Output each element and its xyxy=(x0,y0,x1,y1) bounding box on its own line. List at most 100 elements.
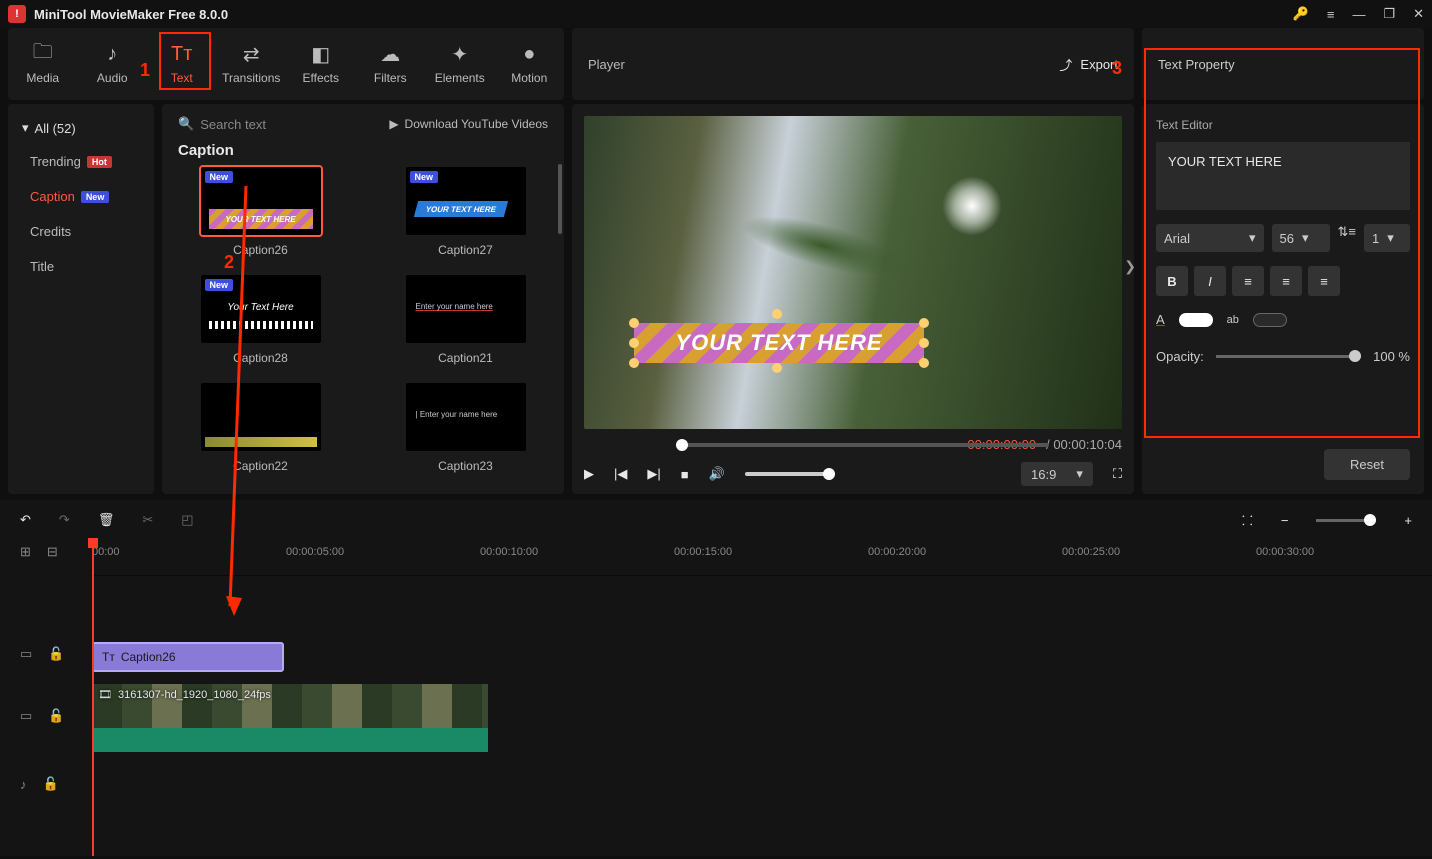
zoom-in-icon[interactable]: + xyxy=(1404,513,1412,528)
youtube-icon: ▶ xyxy=(389,117,398,131)
text-clip[interactable]: TᴛCaption26 xyxy=(92,642,284,672)
folder-icon: 🗀 xyxy=(32,43,54,65)
volume-icon[interactable]: 🔊 xyxy=(709,466,725,482)
resize-handle[interactable] xyxy=(772,309,782,319)
new-tag: New xyxy=(205,171,234,183)
timeline-toolbar: ↶ ↷ 🗑 ✂ ◰ ⸬ − + xyxy=(0,500,1432,540)
player-title: Player xyxy=(588,57,625,72)
thumb-caption28[interactable]: NewYour Text Here Caption28 xyxy=(178,275,343,365)
undo-icon[interactable]: ↶ xyxy=(20,512,31,528)
seek-handle[interactable] xyxy=(676,439,688,451)
annotation-box-1 xyxy=(159,32,211,90)
motion-icon: ● xyxy=(518,43,540,65)
maximize-icon[interactable]: ❐ xyxy=(1383,6,1395,22)
split-icon[interactable]: ✂ xyxy=(142,512,153,528)
elements-icon: ✦ xyxy=(449,43,471,65)
category-title[interactable]: Title xyxy=(8,249,154,284)
playhead[interactable] xyxy=(92,540,94,856)
reset-button[interactable]: Reset xyxy=(1324,449,1410,480)
effects-icon: ◧ xyxy=(310,43,332,65)
new-tag: New xyxy=(205,279,234,291)
thumb-caption27[interactable]: NewYOUR TEXT HERE Caption27 xyxy=(383,167,548,257)
thumb-caption21[interactable]: Enter your name here Caption21 xyxy=(383,275,548,365)
player-header: Player ⤴ Export xyxy=(572,28,1134,100)
chevron-down-icon: ▾ xyxy=(22,120,29,136)
new-badge: New xyxy=(81,191,110,203)
seek-bar[interactable]: 00:00:00:00 / 00:00:10:04 xyxy=(584,437,1122,452)
resize-handle[interactable] xyxy=(629,358,639,368)
video-preview[interactable]: YOUR TEXT HERE xyxy=(584,116,1122,429)
app-title: MiniTool MovieMaker Free 8.0.0 xyxy=(34,7,1293,22)
annotation-1: 1 xyxy=(140,60,150,81)
category-caption[interactable]: CaptionNew xyxy=(8,179,154,214)
download-youtube-button[interactable]: ▶Download YouTube Videos xyxy=(389,117,548,131)
delete-icon[interactable]: 🗑 xyxy=(98,512,115,528)
resize-handle[interactable] xyxy=(629,318,639,328)
tab-filters[interactable]: ☁Filters xyxy=(356,32,426,96)
volume-slider[interactable] xyxy=(745,472,835,476)
thumb-caption22[interactable]: Caption22 xyxy=(178,383,343,473)
thumb-caption26[interactable]: NewYOUR TEXT HERE Caption26 xyxy=(178,167,343,257)
search-input[interactable]: 🔍Search text xyxy=(178,116,381,132)
key-icon[interactable]: 🔑 xyxy=(1293,6,1309,22)
text-icon: Tᴛ xyxy=(102,650,115,664)
video-track[interactable]: 🎞3161307-hd_1920_1080_24fps xyxy=(92,678,1432,726)
resize-handle[interactable] xyxy=(919,318,929,328)
tab-audio[interactable]: ♪Audio xyxy=(78,32,148,96)
lock-icon[interactable]: 🔓 xyxy=(48,646,64,662)
stop-icon[interactable]: ■ xyxy=(681,467,689,482)
caption-overlay[interactable]: YOUR TEXT HERE xyxy=(634,323,924,363)
crop-icon[interactable]: ◰ xyxy=(181,512,193,528)
tab-media[interactable]: 🗀Media xyxy=(8,32,78,96)
thumb-caption23[interactable]: | Enter your name here Caption23 xyxy=(383,383,548,473)
category-credits[interactable]: Credits xyxy=(8,214,154,249)
play-icon[interactable]: ▶ xyxy=(584,466,594,482)
text-track-icon: ▭ xyxy=(20,646,32,662)
prev-frame-icon[interactable]: |◀ xyxy=(614,466,627,482)
tab-motion[interactable]: ●Motion xyxy=(495,32,565,96)
app-logo-icon: ! xyxy=(8,5,26,23)
lock-icon[interactable]: 🔓 xyxy=(43,776,59,792)
minimize-icon[interactable]: — xyxy=(1352,7,1365,22)
resize-handle[interactable] xyxy=(919,338,929,348)
collapse-track-icon[interactable]: ⊟ xyxy=(47,544,58,560)
category-trending[interactable]: TrendingHot xyxy=(8,144,154,179)
annotation-3: 3 xyxy=(1112,58,1122,79)
fullscreen-icon[interactable]: ⛶ xyxy=(1113,466,1122,482)
timeline[interactable]: ⊞ ⊟ 00:00 00:00:05:00 00:00:10:00 00:00:1… xyxy=(0,540,1432,856)
annotation-box-3 xyxy=(1144,48,1420,438)
video-clip[interactable]: 🎞3161307-hd_1920_1080_24fps xyxy=(92,684,488,752)
redo-icon[interactable]: ↷ xyxy=(59,512,70,528)
add-track-icon[interactable]: ⊞ xyxy=(20,544,31,560)
text-gallery: 🔍Search text ▶Download YouTube Videos Ca… xyxy=(162,104,564,494)
tab-elements[interactable]: ✦Elements xyxy=(425,32,495,96)
text-track[interactable]: TᴛCaption26 xyxy=(92,636,1432,684)
tool-tabs: 🗀Media ♪Audio TᴛText ⇄Transitions ◧Effec… xyxy=(8,28,564,100)
filters-icon: ☁ xyxy=(379,43,401,65)
scrollbar[interactable] xyxy=(558,164,562,234)
hot-badge: Hot xyxy=(87,156,112,168)
resize-handle[interactable] xyxy=(772,363,782,373)
expand-panel-icon[interactable]: ❯ xyxy=(1124,258,1136,275)
resize-handle[interactable] xyxy=(629,338,639,348)
close-icon[interactable]: ✕ xyxy=(1413,6,1424,22)
film-icon: 🎞 xyxy=(98,688,112,701)
zoom-slider[interactable] xyxy=(1316,519,1376,522)
lock-icon[interactable]: 🔓 xyxy=(48,708,64,724)
gallery-section-title: Caption xyxy=(178,142,548,159)
magnet-icon[interactable]: ⸬ xyxy=(1242,511,1253,529)
hamburger-icon[interactable]: ≡ xyxy=(1327,7,1335,22)
search-icon: 🔍 xyxy=(178,116,194,132)
zoom-out-icon[interactable]: − xyxy=(1281,513,1289,528)
category-sidebar: ▾All (52) TrendingHot CaptionNew Credits… xyxy=(8,104,154,494)
tab-effects[interactable]: ◧Effects xyxy=(286,32,356,96)
titlebar: ! MiniTool MovieMaker Free 8.0.0 🔑 ≡ — ❐… xyxy=(0,0,1432,28)
tab-transitions[interactable]: ⇄Transitions xyxy=(217,32,287,96)
category-all[interactable]: ▾All (52) xyxy=(8,112,154,144)
time-ruler[interactable]: 00:00 00:00:05:00 00:00:10:00 00:00:15:0… xyxy=(92,540,1432,576)
annotation-2: 2 xyxy=(224,252,234,273)
export-button[interactable]: ⤴ Export xyxy=(1059,55,1118,74)
aspect-ratio-select[interactable]: 16:9▾ xyxy=(1021,462,1093,486)
resize-handle[interactable] xyxy=(919,358,929,368)
next-frame-icon[interactable]: ▶| xyxy=(647,466,660,482)
